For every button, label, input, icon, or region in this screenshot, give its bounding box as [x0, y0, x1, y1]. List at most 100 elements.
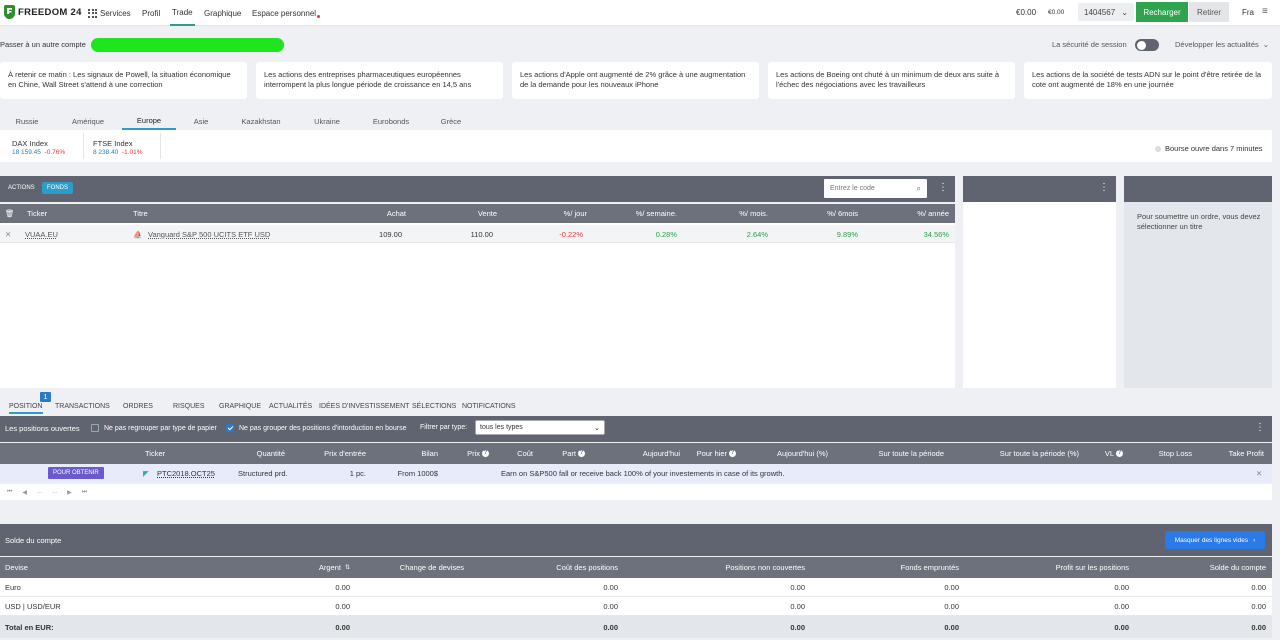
tab-position[interactable]: POSITION — [9, 400, 42, 412]
tab-notifications[interactable]: NOTIFICATIONS — [462, 400, 516, 412]
col-titre[interactable]: Titre — [133, 204, 148, 222]
col-annee[interactable]: %/ année — [917, 204, 949, 222]
tab-selections[interactable]: SÉLECTIONS — [412, 400, 456, 412]
more-options-icon[interactable]: ⋮ — [938, 182, 948, 193]
search-icon[interactable]: ⌕ — [917, 184, 921, 194]
remove-icon[interactable]: ✕ — [5, 225, 11, 243]
col-fonds[interactable]: Fonds empruntés — [901, 557, 959, 578]
row-titre[interactable]: Vanguard S&P 500 UCITS ETF USD — [148, 225, 270, 243]
ticker-search-box[interactable]: Entrez le code ⌕ — [824, 179, 927, 198]
tab-actualites[interactable]: ACTUALITÉS — [269, 400, 312, 412]
table-row[interactable]: POUR OBTENIR ◤ PTC2018.OCT25 Structured … — [0, 464, 1272, 483]
buy-button[interactable]: POUR OBTENIR — [48, 467, 104, 479]
news-card[interactable]: Les actions d'Apple ont augmenté de 2% g… — [512, 62, 759, 99]
tab-actions[interactable]: ACTIONS — [5, 183, 38, 193]
row-achat[interactable]: 109.00 — [379, 225, 402, 243]
more-options-icon[interactable]: ⋮ — [1255, 422, 1265, 433]
withdraw-button[interactable]: Retirer — [1189, 2, 1229, 22]
page-ellipsis[interactable]: ... — [37, 489, 42, 495]
option-no-group-ipo[interactable]: Ne pas grouper des positions d'intorduct… — [226, 424, 407, 432]
tab-transactions[interactable]: TRANSACTIONS — [55, 400, 110, 412]
tab-kazakhstan[interactable]: Kazakhstan — [226, 112, 296, 130]
sort-icon[interactable]: ⇅ — [345, 564, 350, 571]
col-non-couvertes[interactable]: Positions non couvertes — [725, 557, 805, 578]
prev-page-icon[interactable]: ◀ — [22, 489, 27, 496]
tab-ordres[interactable]: ORDRES — [123, 400, 153, 412]
info-icon[interactable]: ? — [482, 450, 489, 457]
col-take-profit[interactable]: Take Profit — [1229, 443, 1264, 464]
expand-news-button[interactable]: Développer les actualités ⌄ — [1175, 40, 1269, 49]
tab-russie[interactable]: Russie — [0, 112, 54, 130]
col-change[interactable]: Change de devises — [400, 557, 464, 578]
nav-espace-personnel[interactable]: Espace personnel — [252, 0, 321, 26]
col-ticker[interactable]: Ticker — [27, 204, 47, 222]
tab-ukraine[interactable]: Ukraine — [296, 112, 358, 130]
col-periode[interactable]: Sur toute la période — [879, 443, 944, 464]
close-icon[interactable]: ✕ — [1256, 464, 1262, 483]
news-card[interactable]: Les actions des entreprises pharmaceutiq… — [256, 62, 503, 99]
col-6mois[interactable]: %/ 6mois — [827, 204, 858, 222]
account-select[interactable]: 1404567 ⌄ — [1078, 3, 1134, 21]
nav-profil[interactable]: Profil — [142, 0, 160, 26]
last-page-icon[interactable]: ⏭ — [82, 489, 87, 496]
tab-eurobonds[interactable]: Eurobonds — [358, 112, 424, 130]
row-vente[interactable]: 110.00 — [471, 225, 493, 243]
col-cout[interactable]: Coût — [517, 443, 533, 464]
tab-asie[interactable]: Asie — [176, 112, 226, 130]
hide-empty-rows-button[interactable]: Masquer des lignes vides › — [1165, 531, 1265, 549]
col-jour[interactable]: %/ jour — [564, 204, 587, 222]
col-part[interactable]: Part? — [562, 443, 585, 464]
tab-graphique[interactable]: GRAPHIQUE — [219, 400, 261, 412]
tab-risques[interactable]: RISQUES — [173, 400, 205, 412]
news-card[interactable]: Les actions de Boeing ont chuté à un min… — [768, 62, 1015, 99]
col-pour-hier[interactable]: Pour hier? — [697, 443, 736, 464]
col-aujourdhui[interactable]: Aujourd'hui — [643, 443, 680, 464]
col-prix-entree[interactable]: Prix d'entrée — [324, 443, 366, 464]
row-ticker[interactable]: PTC2018.OCT25 — [157, 464, 215, 483]
col-bilan[interactable]: Bilan — [421, 443, 438, 464]
row-ticker[interactable]: VUAA.EU — [25, 225, 58, 243]
col-vl[interactable]: VL? — [1105, 443, 1123, 464]
col-stop-loss[interactable]: Stop Loss — [1159, 443, 1192, 464]
tab-europe[interactable]: Europe — [122, 112, 176, 130]
recharge-button[interactable]: Recharger — [1136, 2, 1188, 22]
col-aujourdhui-pct[interactable]: Aujourd'hui (%) — [777, 443, 828, 464]
search-input[interactable]: Entrez le code — [830, 185, 875, 192]
page-ellipsis[interactable]: ... — [52, 489, 57, 495]
col-quantite[interactable]: Quantité — [257, 443, 285, 464]
tab-idees[interactable]: IDÉES D'INVESTISSEMENT — [319, 400, 409, 412]
col-ticker[interactable]: Ticker — [145, 443, 165, 464]
filter-type-select[interactable]: tous les types ⌄ — [475, 420, 605, 435]
news-card[interactable]: À retenir ce matin : Les signaux de Powe… — [0, 62, 247, 99]
tab-grece[interactable]: Grèce — [424, 112, 478, 130]
col-periode-pct[interactable]: Sur toute la période (%) — [1000, 443, 1079, 464]
trash-icon[interactable]: 🗑 — [5, 204, 15, 222]
tab-fonds[interactable]: FONDS — [42, 182, 73, 194]
nav-services[interactable]: Services — [88, 0, 131, 26]
col-cout[interactable]: Coût des positions — [556, 557, 618, 578]
next-page-icon[interactable]: ▶ — [67, 489, 72, 496]
option-no-group-type[interactable]: Ne pas regrouper par type de papier — [91, 424, 217, 432]
account-name-redacted[interactable] — [91, 38, 284, 52]
tab-amerique[interactable]: Amérique — [54, 112, 122, 130]
index-ftse[interactable]: FTSE Index 8 238.40 -1.01% — [93, 139, 143, 157]
menu-icon[interactable]: ≡ — [1262, 6, 1268, 17]
col-devise[interactable]: Devise — [5, 557, 28, 578]
session-security-toggle[interactable] — [1135, 39, 1159, 51]
freedom24-logo[interactable]: FREEDOM 24 — [4, 5, 82, 19]
info-icon[interactable]: ? — [1116, 450, 1123, 457]
col-vente[interactable]: Vente — [478, 204, 497, 222]
first-page-icon[interactable]: ⏮ — [7, 489, 12, 496]
info-icon[interactable]: ? — [578, 450, 585, 457]
col-solde[interactable]: Solde du compte — [1210, 557, 1266, 578]
checkbox-unchecked[interactable] — [91, 424, 99, 432]
nav-graphique[interactable]: Graphique — [204, 0, 241, 26]
more-options-icon[interactable]: ⋮ — [1099, 182, 1109, 193]
nav-trade[interactable]: Trade — [170, 0, 195, 26]
col-argent[interactable]: Argent ⇅ — [319, 557, 350, 578]
col-achat[interactable]: Achat — [387, 204, 406, 222]
col-mois[interactable]: %/ mois. — [739, 204, 768, 222]
index-dax[interactable]: DAX Index 18 159.45 -0.76% — [12, 139, 65, 157]
col-prix[interactable]: Prix? — [467, 443, 489, 464]
col-profit[interactable]: Profit sur les positions — [1056, 557, 1129, 578]
